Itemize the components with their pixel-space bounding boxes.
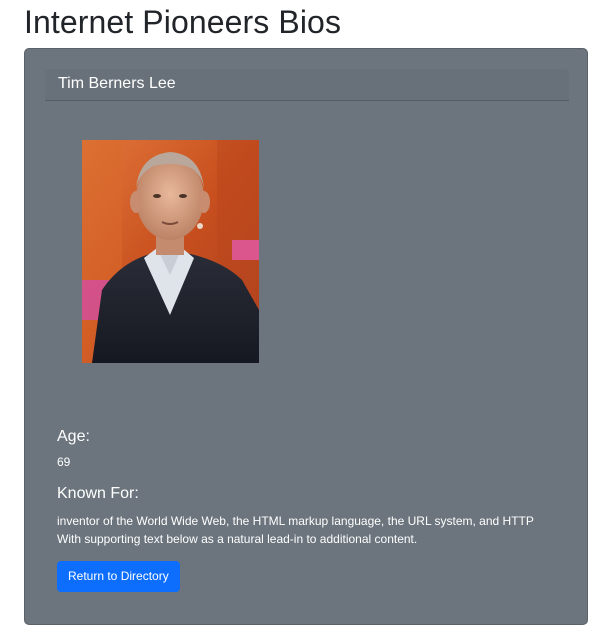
known-for-line-2: With supporting text below as a natural … bbox=[57, 532, 418, 546]
card-header: Tim Berners Lee bbox=[45, 69, 569, 101]
age-label: Age: bbox=[57, 428, 90, 445]
bio-card: Tim Berners Lee Age: 69 Known For: inven… bbox=[24, 48, 588, 625]
known-for-text: inventor of the World Wide Web, the HTML… bbox=[57, 512, 567, 548]
page-title: Internet Pioneers Bios bbox=[24, 4, 342, 40]
page: Internet Pioneers Bios Tim Berners Lee A… bbox=[0, 0, 614, 634]
age-value: 69 bbox=[57, 455, 71, 469]
known-for-label: Known For: bbox=[57, 485, 139, 502]
pioneer-name: Tim Berners Lee bbox=[58, 75, 176, 92]
pioneer-photo bbox=[82, 140, 259, 363]
known-for-line-1: inventor of the World Wide Web, the HTML… bbox=[57, 514, 534, 528]
return-to-directory-button[interactable]: Return to Directory bbox=[57, 561, 180, 592]
